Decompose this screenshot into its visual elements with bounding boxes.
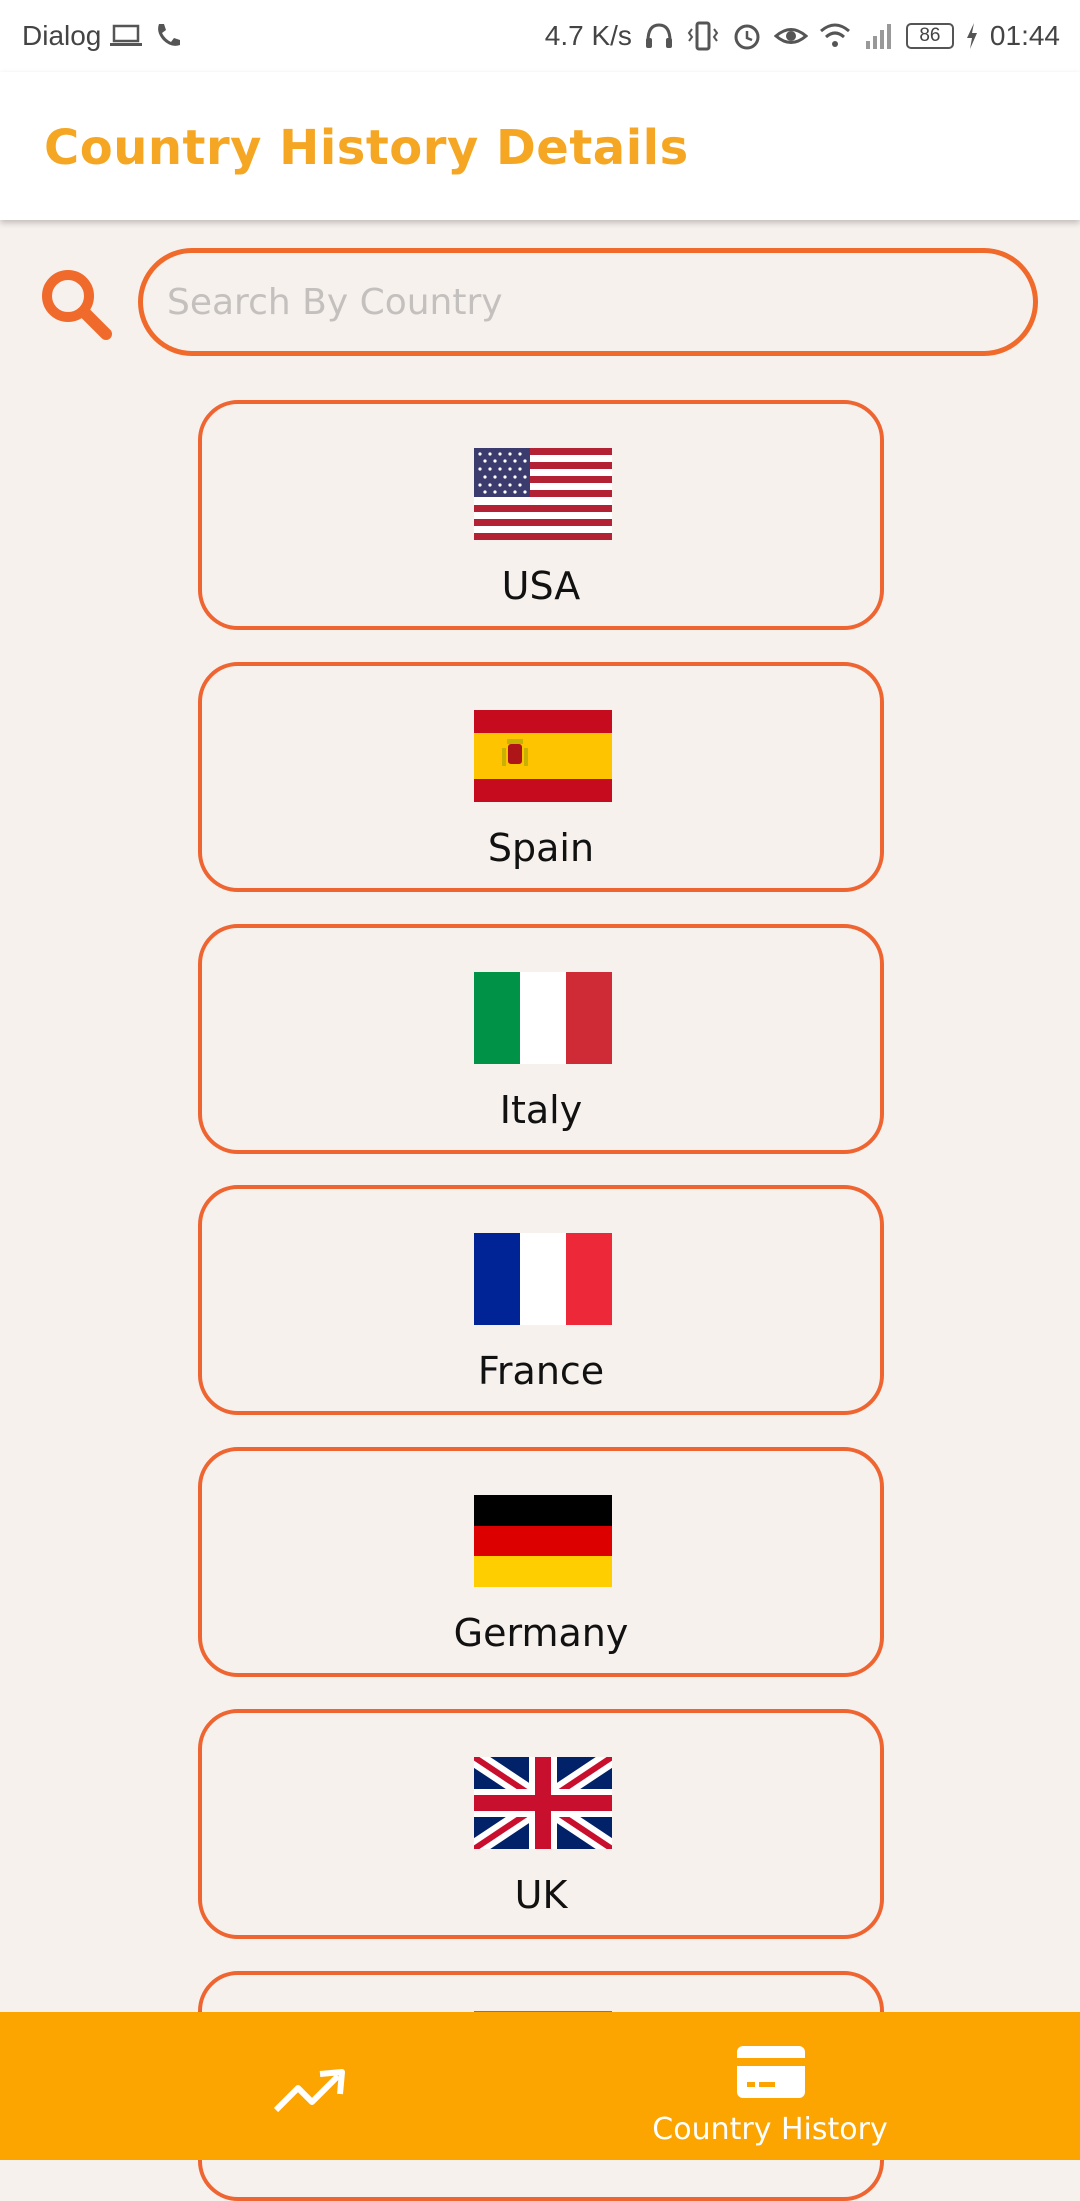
carrier-name: Dialog <box>22 20 102 51</box>
headset-icon <box>645 23 672 48</box>
country-name: France <box>477 1349 605 1393</box>
wifi-icon <box>819 23 850 47</box>
credit-card-icon <box>737 2046 805 2098</box>
uk-flag-icon <box>474 1757 612 1849</box>
country-card-italy[interactable]: Italy <box>198 924 884 1154</box>
trending-up-icon <box>273 2069 345 2113</box>
country-card-germany[interactable]: Germany <box>198 1447 884 1677</box>
search-icon[interactable] <box>38 266 118 346</box>
battery-level: 86 <box>905 23 954 49</box>
country-card-spain[interactable]: Spain <box>198 662 884 892</box>
nav-trend[interactable] <box>230 2012 390 2160</box>
signal-icon <box>865 24 891 49</box>
nav-country-history[interactable]: Country History <box>620 2012 920 2160</box>
clock: 01:44 <box>989 20 1060 51</box>
country-card-uk[interactable]: UK <box>198 1709 884 1939</box>
country-name: USA <box>501 564 581 608</box>
phone-icon <box>158 24 181 46</box>
charging-icon <box>966 23 977 49</box>
country-name: Italy <box>499 1088 583 1132</box>
page-title: Country History Details <box>44 120 689 176</box>
country-name: UK <box>514 1873 568 1917</box>
eye-icon <box>773 28 808 44</box>
vibrate-icon <box>687 21 719 51</box>
germany-flag-icon <box>474 1495 612 1587</box>
italy-flag-icon <box>474 972 612 1064</box>
search-input[interactable] <box>138 248 1038 356</box>
alarm-icon <box>734 24 760 50</box>
app-bar: Country History Details <box>0 72 1080 220</box>
nav-label: Country History <box>652 2112 888 2147</box>
spain-flag-icon <box>474 710 612 802</box>
country-name: Spain <box>487 826 595 870</box>
status-bar: Dialog 4.7 K/s 86 01:44 <box>0 0 1080 72</box>
country-name: Germany <box>453 1611 629 1655</box>
bottom-nav: Country History <box>0 2012 1080 2160</box>
france-flag-icon <box>474 1233 612 1325</box>
country-card-france[interactable]: France <box>198 1185 884 1415</box>
network-speed: 4.7 K/s <box>544 20 632 51</box>
usa-flag-icon <box>474 448 612 540</box>
country-card-usa[interactable]: USA <box>198 400 884 630</box>
laptop-icon <box>110 24 143 46</box>
